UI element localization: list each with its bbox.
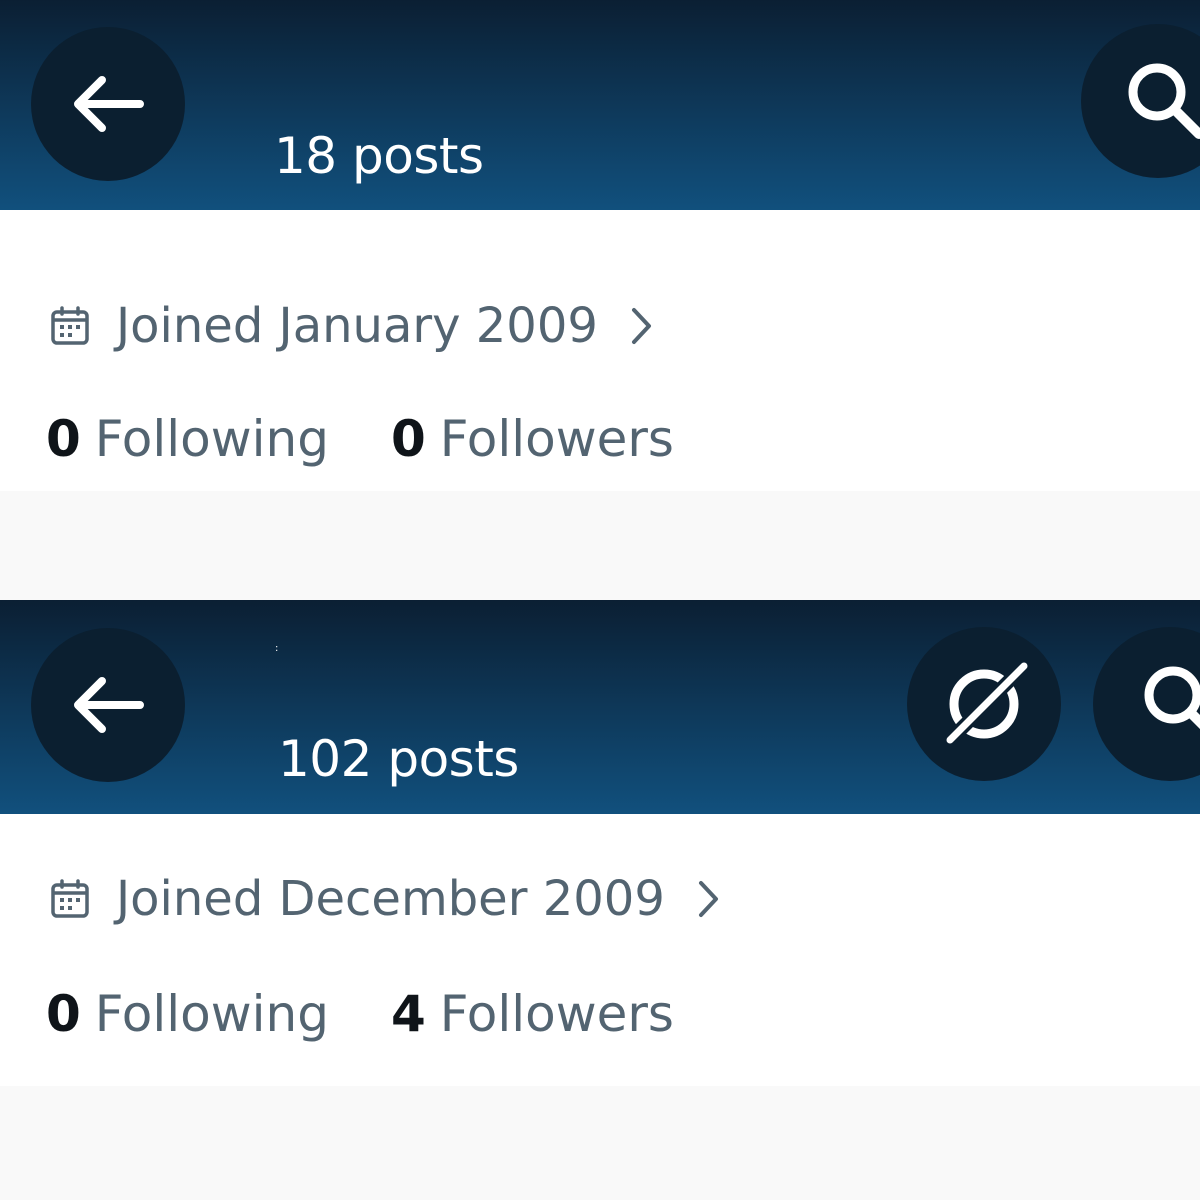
profile-header: : 102 posts	[0, 600, 1200, 814]
chevron-right-icon	[631, 308, 651, 344]
joined-text: Joined December 2009	[116, 871, 665, 927]
follow-stats: 0 Following 4 Followers	[46, 989, 674, 1039]
profile-info: Joined December 2009 0 Following 4 Follo…	[0, 814, 1200, 1086]
posts-count: 102 posts	[278, 730, 519, 788]
joined-text: Joined January 2009	[116, 298, 598, 354]
back-button[interactable]	[31, 628, 185, 782]
calendar-icon	[51, 306, 89, 345]
followers-label: Followers	[439, 985, 674, 1043]
arrow-left-icon	[74, 677, 144, 733]
search-icon	[1128, 63, 1200, 139]
following-count: 0	[46, 410, 81, 468]
followers-count: 4	[390, 985, 426, 1043]
search-button[interactable]	[1081, 24, 1200, 178]
followers-count: 0	[390, 410, 426, 468]
posts-count: 18 posts	[274, 127, 484, 185]
joined-date[interactable]: Joined December 2009	[50, 875, 721, 923]
profile-info: Joined January 2009 0 Following 0 Follow…	[0, 210, 1200, 491]
followers-link[interactable]: 0 Followers	[391, 414, 674, 464]
header-mark: :	[275, 643, 279, 654]
arrow-left-icon	[74, 76, 144, 132]
search-icon	[1144, 666, 1200, 730]
following-count: 0	[46, 985, 81, 1043]
following-link[interactable]: 0 Following	[46, 989, 329, 1039]
chevron-right-icon	[698, 881, 718, 917]
back-button[interactable]	[31, 27, 185, 181]
following-link[interactable]: 0 Following	[46, 414, 329, 464]
grok-button[interactable]	[907, 627, 1061, 781]
following-label: Following	[94, 985, 329, 1043]
followers-label: Followers	[439, 410, 674, 468]
follow-stats: 0 Following 0 Followers	[46, 414, 674, 464]
following-label: Following	[94, 410, 329, 468]
grok-icon	[945, 661, 1029, 745]
joined-date[interactable]: Joined January 2009	[50, 302, 654, 350]
calendar-icon	[51, 879, 89, 918]
search-button[interactable]	[1093, 627, 1200, 781]
followers-link[interactable]: 4 Followers	[391, 989, 674, 1039]
profile-header: 18 posts	[0, 0, 1200, 210]
